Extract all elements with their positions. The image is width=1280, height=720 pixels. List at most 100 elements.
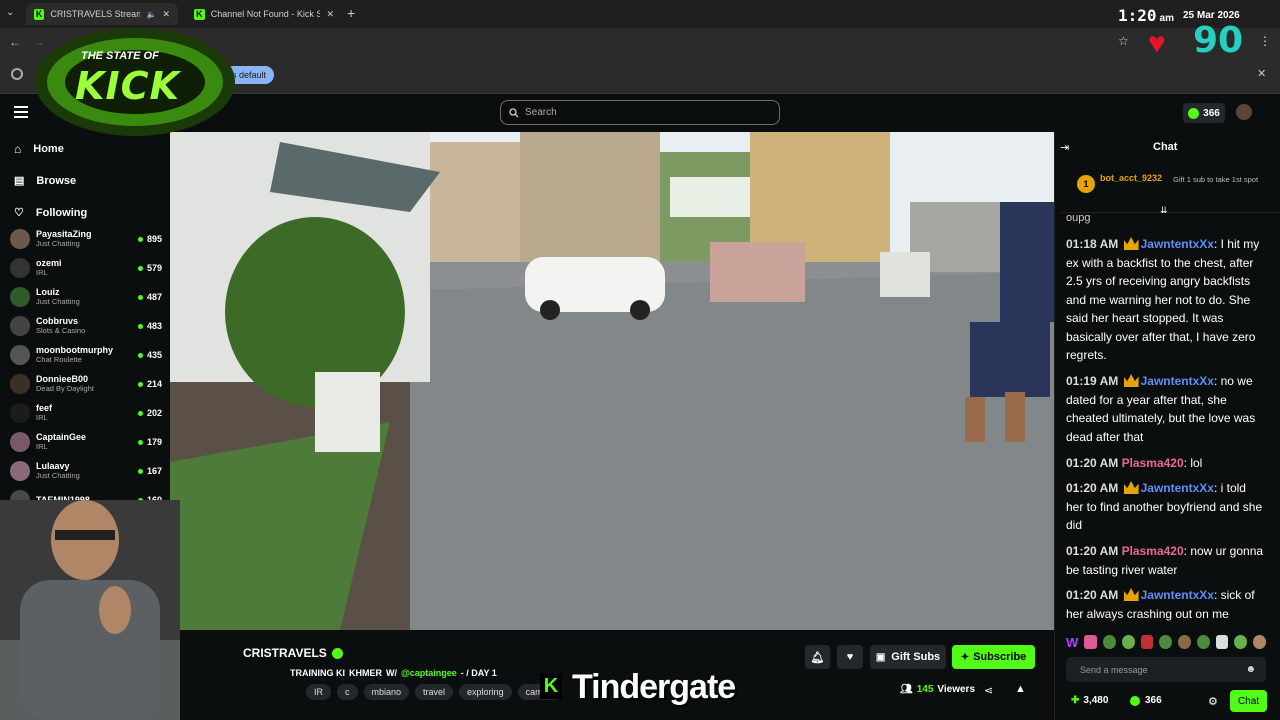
viewer-count: 202 — [137, 408, 162, 418]
bell-icon: 🔔︎ — [810, 651, 825, 664]
logo-line2: KICK — [75, 64, 180, 108]
followed-channel[interactable]: DonnieeB00 Dead By Daylight 214 — [10, 370, 162, 398]
video-player[interactable] — [170, 132, 1054, 630]
viewer-count: 487 — [137, 292, 162, 302]
tab-search-icon[interactable]: ⌄ — [6, 7, 20, 21]
report-icon[interactable]: ▲ — [1015, 683, 1026, 695]
nav-browse[interactable]: ▤ Browse — [14, 174, 76, 188]
followed-channel[interactable]: feef IRL 202 — [10, 399, 162, 427]
scroll-down-icon[interactable]: ⇊ — [1160, 205, 1168, 216]
gift-subs-label: Gift Subs — [891, 651, 941, 663]
title-mention-link[interactable]: @captaingee — [401, 668, 457, 678]
viewer-count-value: 167 — [146, 466, 162, 476]
browser-menu-icon[interactable]: ⋮ — [1259, 34, 1271, 48]
close-icon[interactable]: ✕ — [1257, 67, 1266, 80]
browser-tab-active[interactable]: K CRISTRAVELS Stream - Wa 🔈 ✕ — [26, 3, 178, 25]
kick-points-icon: ✚ — [1071, 695, 1080, 706]
chat-message: 01:20 AM Plasma420: lol — [1066, 454, 1266, 473]
emote-icon[interactable] — [1159, 635, 1173, 649]
heart-icon: ♥ — [846, 651, 854, 663]
emote-icon[interactable] — [1253, 635, 1266, 649]
follow-button[interactable]: ♥ — [837, 645, 863, 669]
message-username[interactable]: JawntentxXx — [1141, 588, 1214, 602]
crown-icon — [1123, 374, 1139, 387]
followed-channel[interactable]: PayasitaZing Just Chatting 895 — [10, 225, 162, 253]
nav-following[interactable]: ♡ Following — [14, 206, 87, 220]
followed-channel[interactable]: CaptainGee IRL 179 — [10, 428, 162, 456]
points-badge[interactable]: 366 — [1183, 103, 1225, 123]
message-username[interactable]: Plasma420 — [1122, 544, 1184, 558]
channel-category: Chat Roulette — [36, 355, 82, 364]
search-icon — [509, 107, 519, 117]
kick-points[interactable]: ✚ 3,480 — [1071, 695, 1108, 706]
channel-avatar — [10, 461, 30, 481]
emote-icon[interactable] — [1121, 635, 1135, 649]
followed-channel[interactable]: ozemi IRL 579 — [10, 254, 162, 282]
back-arrow-icon[interactable]: ← — [9, 35, 21, 49]
emote-icon[interactable] — [1140, 635, 1154, 649]
emote-icon[interactable] — [1196, 635, 1210, 649]
viewers-count: 145 — [916, 684, 934, 695]
viewer-count: 214 — [137, 379, 162, 389]
emote-icon[interactable]: W — [1066, 635, 1078, 650]
notifications-button[interactable]: 🔔︎ — [805, 645, 830, 669]
message-time: 01:20 AM — [1066, 544, 1119, 558]
subscribe-button[interactable]: ✦ Subscribe — [952, 645, 1035, 669]
chat-send-button[interactable]: Chat — [1230, 690, 1267, 712]
channel-name: Louiz — [36, 287, 60, 297]
message-username[interactable]: JawntentxXx — [1141, 374, 1214, 388]
message-username[interactable]: Plasma420 — [1122, 456, 1184, 470]
tag[interactable]: exploring — [459, 684, 512, 700]
tab-close-icon[interactable]: ✕ — [326, 9, 334, 20]
gift-subs-button[interactable]: ▣ Gift Subs — [870, 645, 946, 669]
points-value: 366 — [1203, 107, 1220, 119]
crown-icon — [1123, 481, 1139, 494]
viewer-count-value: 487 — [146, 292, 162, 302]
nav-home[interactable]: ⌂ Home — [14, 142, 64, 156]
channel-points[interactable]: 366 — [1130, 695, 1162, 706]
emote-icon[interactable] — [1103, 635, 1116, 649]
followed-channel[interactable]: Lulaavy Just Chatting 167 — [10, 457, 162, 485]
chat-settings-gear-icon[interactable]: ⚙ — [1208, 695, 1218, 708]
message-username[interactable]: JawntentxXx — [1141, 481, 1214, 495]
video-frame — [170, 132, 1054, 630]
emote-icon[interactable] — [1084, 635, 1098, 649]
channel-category: Just Chatting — [36, 471, 80, 480]
kick-points-value: 3,480 — [1083, 695, 1109, 706]
chat-message: 01:20 AM JawntentxXx: i told her to find… — [1066, 479, 1266, 535]
tag[interactable]: c — [337, 684, 358, 700]
followed-channel[interactable]: Louiz Just Chatting 487 — [10, 283, 162, 311]
heart-outline-icon: ♡ — [14, 207, 24, 219]
tag[interactable]: travel — [415, 684, 454, 700]
avatar[interactable] — [1236, 104, 1252, 120]
share-icon[interactable]: ⋖ — [984, 684, 993, 697]
chat-input[interactable]: Send a message ☻ — [1066, 657, 1266, 682]
message-username[interactable]: JawntentxXx — [1141, 237, 1214, 251]
live-dot-icon — [137, 265, 143, 271]
chrome-icon[interactable] — [11, 68, 23, 80]
search-input[interactable]: Search — [500, 100, 780, 125]
tag[interactable]: IR — [306, 684, 331, 700]
browser-tab[interactable]: K Channel Not Found - Kick Strea ✕ — [186, 3, 342, 25]
emote-icon[interactable] — [1234, 635, 1248, 649]
tag[interactable]: mbiano — [363, 684, 410, 700]
followed-channel[interactable]: Cobbruvs Slots & Casino 483 — [10, 312, 162, 340]
live-dot-icon — [137, 468, 143, 474]
speaker-icon[interactable]: 🔈 — [146, 10, 156, 19]
kick-favicon-icon: K — [34, 8, 45, 20]
collapse-chat-icon[interactable]: ⇥ — [1060, 141, 1069, 154]
pinned-gifter[interactable]: 1 bot_acct_9232 Gift 1 sub to take 1st s… — [1060, 163, 1280, 213]
followed-channel[interactable]: moonbootmurphy Chat Roulette 435 — [10, 341, 162, 369]
channel-name-heading[interactable]: CRISTRAVELS — [243, 646, 343, 660]
emote-icon[interactable] — [1215, 635, 1229, 649]
emote-icon[interactable] — [1178, 635, 1191, 649]
emoji-icon[interactable]: ☻ — [1245, 664, 1256, 675]
tab-close-icon[interactable]: ✕ — [162, 9, 170, 20]
tab-title: Channel Not Found - Kick Strea — [210, 9, 321, 19]
new-tab-button[interactable]: + — [347, 5, 355, 21]
clock-time: 1:20 — [1118, 6, 1157, 25]
message-time: 01:18 AM — [1066, 237, 1119, 251]
bookmark-star-icon[interactable]: ☆ — [1118, 34, 1129, 48]
hamburger-menu-icon[interactable] — [14, 106, 28, 118]
chat-truncated-line: oupg — [1066, 212, 1091, 224]
